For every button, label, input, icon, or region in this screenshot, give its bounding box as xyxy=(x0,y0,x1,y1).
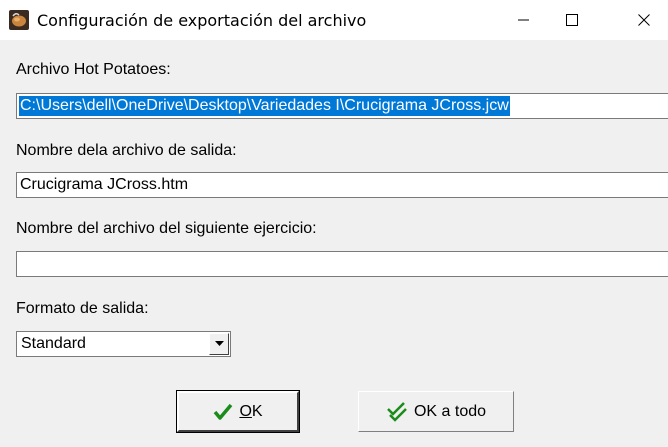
maximize-icon xyxy=(566,14,578,26)
dropdown-arrow-button[interactable] xyxy=(209,333,229,355)
source-file-label: Archivo Hot Potatoes: xyxy=(16,61,171,78)
ok-label: OK xyxy=(239,402,263,420)
ok-all-label: OK a todo xyxy=(413,402,487,420)
source-file-field[interactable]: C:\Users\dell\OneDrive\Desktop\Variedade… xyxy=(16,93,668,119)
next-exercise-field[interactable] xyxy=(16,251,668,277)
chevron-down-icon xyxy=(215,341,224,346)
minimize-button[interactable] xyxy=(500,0,548,40)
title-bar: Configuración de exportación del archivo xyxy=(0,0,668,40)
ok-all-button[interactable]: OK a todo xyxy=(358,391,514,432)
output-file-value: Crucigrama JCross.htm xyxy=(20,176,189,193)
output-format-select[interactable]: Standard xyxy=(16,331,231,357)
output-file-field[interactable]: Crucigrama JCross.htm xyxy=(16,172,668,198)
maximize-button[interactable] xyxy=(548,0,596,40)
checkmark-icon xyxy=(214,403,233,420)
source-file-value: C:\Users\dell\OneDrive\Desktop\Variedade… xyxy=(19,96,510,116)
double-checkmark-icon xyxy=(387,401,407,422)
next-exercise-label: Nombre del archivo del siguiente ejercic… xyxy=(16,220,317,237)
output-format-value: Standard xyxy=(21,335,86,352)
minimize-icon xyxy=(518,19,529,21)
output-format-label: Formato de salida: xyxy=(16,300,149,317)
ok-button[interactable]: OK xyxy=(176,390,300,433)
output-file-label: Nombre dela archivo de salida: xyxy=(16,142,237,159)
hot-potatoes-app-icon xyxy=(9,10,29,30)
close-button[interactable] xyxy=(620,0,668,40)
close-icon xyxy=(638,14,650,26)
window-title: Configuración de exportación del archivo xyxy=(37,11,367,30)
